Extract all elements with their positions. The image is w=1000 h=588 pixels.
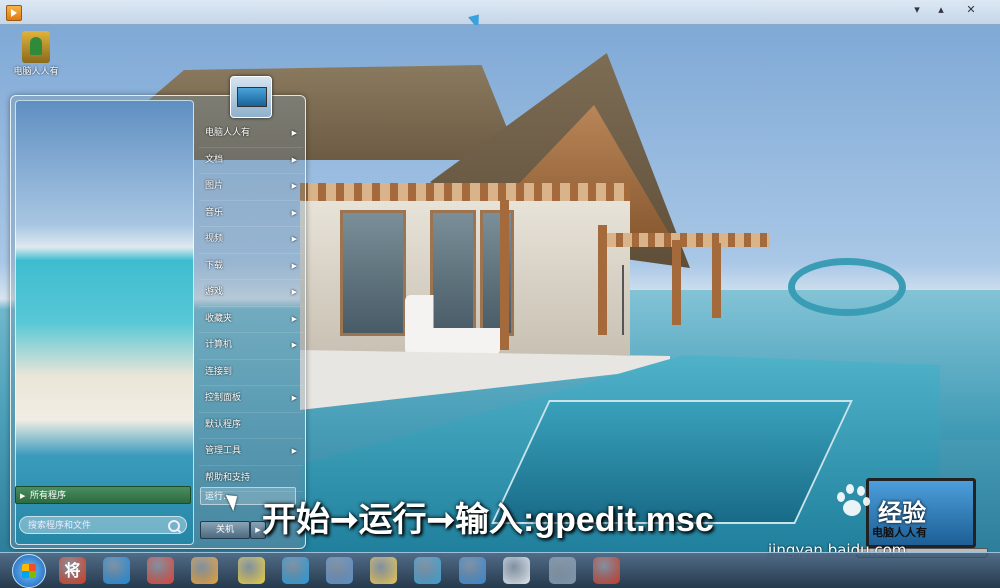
search-icon[interactable]	[168, 520, 180, 532]
close-button[interactable]: ✕	[962, 3, 980, 17]
start-menu-item-label: 图片	[205, 181, 224, 191]
dots-app-icon[interactable]	[459, 557, 486, 584]
start-menu-item-label: 连接到	[205, 366, 233, 377]
pergola-beams	[300, 183, 630, 201]
red-app-icon[interactable]	[593, 557, 620, 584]
minimize-button[interactable]: ▾	[908, 3, 926, 17]
desktop-icon-user[interactable]: 电脑人人有	[10, 31, 62, 77]
start-menu-item-label: 管理工具	[205, 446, 242, 456]
maximize-button[interactable]: ▴	[932, 3, 950, 17]
start-menu-item[interactable]: 默认程序	[199, 413, 303, 439]
start-menu-item[interactable]: 计算机 ▶	[199, 333, 303, 360]
wooden-post	[598, 225, 607, 335]
instruction-caption: 开始➞运行➞输入:gpedit.msc	[262, 501, 714, 539]
ring-sculpture	[788, 258, 906, 316]
start-menu-item-label: 电脑人人有	[205, 128, 251, 138]
shutdown-button[interactable]: 关机	[200, 521, 250, 539]
remote-desktop-icon[interactable]	[326, 557, 353, 584]
chrome-icon[interactable]	[147, 557, 174, 584]
submenu-arrow-icon: ▶	[291, 341, 297, 349]
all-programs-button[interactable]: 所有程序	[15, 486, 191, 505]
start-menu-item-label: 默认程序	[205, 419, 242, 430]
start-menu-item[interactable]: 图片 ▶	[199, 174, 303, 201]
settings-gear-icon[interactable]	[549, 557, 576, 584]
wooden-post	[712, 243, 721, 318]
submenu-arrow-icon: ▶	[291, 261, 297, 270]
telescope	[622, 265, 646, 335]
start-orb-icon[interactable]	[12, 554, 46, 588]
wooden-post	[500, 200, 509, 350]
submenu-arrow-icon: ▶	[291, 208, 297, 217]
paint-icon[interactable]	[503, 557, 530, 584]
start-menu-item-label: 下载	[205, 260, 224, 271]
start-search-input[interactable]: 搜索程序和文件	[19, 516, 187, 534]
start-menu-item[interactable]: 视频 ▶	[199, 227, 303, 254]
browser-360-icon[interactable]	[282, 557, 309, 584]
submenu-arrow-icon: ▶	[291, 155, 297, 164]
user-folder-icon	[22, 31, 50, 63]
wooden-post	[672, 240, 681, 325]
start-menu-item-label: 音乐	[205, 207, 224, 218]
start-menu-item[interactable]: 控制面板 ▶	[199, 386, 303, 413]
submenu-arrow-icon: ▶	[291, 314, 297, 323]
start-menu-item[interactable]: 音乐 ▶	[199, 201, 303, 227]
submenu-arrow-icon: ▶	[291, 288, 297, 296]
note-folder-icon[interactable]	[238, 557, 265, 584]
start-menu-item[interactable]: 管理工具 ▶	[199, 439, 303, 466]
file-explorer-icon[interactable]	[370, 557, 397, 584]
start-menu-item-label: 帮助和支持	[205, 472, 251, 483]
pinwheel-icon[interactable]	[414, 557, 441, 584]
user-picture-icon[interactable]	[230, 76, 272, 118]
taskbar: 将	[0, 552, 1000, 588]
start-menu-item[interactable]: 连接到	[199, 360, 303, 386]
pergola-beams	[600, 233, 770, 247]
start-menu-item-label: 控制面板	[205, 393, 242, 403]
watermark-brand: 经验	[878, 499, 926, 527]
villa-window	[430, 210, 476, 336]
media-player-app-icon[interactable]	[6, 5, 22, 21]
submenu-arrow-icon: ▶	[291, 182, 297, 190]
start-menu-item-label: 视频	[205, 234, 224, 244]
submenu-arrow-icon: ▶	[291, 447, 297, 455]
submenu-arrow-icon: ▶	[291, 394, 297, 402]
start-menu-item-label: 文档	[205, 154, 224, 165]
submenu-arrow-icon: ▶	[291, 129, 297, 137]
start-menu-item-label: 游戏	[205, 287, 224, 297]
start-menu-item-label: 计算机	[205, 340, 233, 350]
start-menu-item[interactable]: 文档 ▶	[199, 148, 303, 174]
media-player-icon[interactable]	[191, 557, 218, 584]
submenu-arrow-icon: ▶	[291, 235, 297, 243]
villa-window	[340, 210, 406, 336]
start-menu-item-label: 收藏夹	[205, 313, 233, 324]
start-menu-item[interactable]: 电脑人人有 ▶	[199, 121, 303, 148]
window-titlebar: ▾ ▴ ✕	[0, 0, 1000, 25]
baidu-paw-icon	[833, 480, 873, 520]
start-menu-item[interactable]: 收藏夹 ▶	[199, 307, 303, 333]
internet-explorer-icon[interactable]	[103, 557, 130, 584]
jiang-app-icon[interactable]: 将	[59, 557, 86, 584]
start-menu-item[interactable]: 下载 ▶	[199, 254, 303, 280]
start-menu: 所有程序 搜索程序和文件 电脑人人有▶文档▶图片▶音乐▶视频▶下载▶游戏▶收藏夹…	[10, 95, 306, 549]
start-menu-program-pane	[15, 100, 194, 545]
start-menu-right-list: 电脑人人有 ▶ 文档 ▶ 图片 ▶ 音乐 ▶ 视频 ▶ 下载 ▶ 游戏 ▶ 收藏夹 ▶ 计算机 ▶ 连接到 控制面板 ▶…	[199, 121, 303, 492]
start-menu-item[interactable]: 游戏 ▶	[199, 280, 303, 307]
desktop-icon-label: 电脑人人有	[13, 67, 59, 77]
search-placeholder: 搜索程序和文件	[28, 521, 92, 531]
